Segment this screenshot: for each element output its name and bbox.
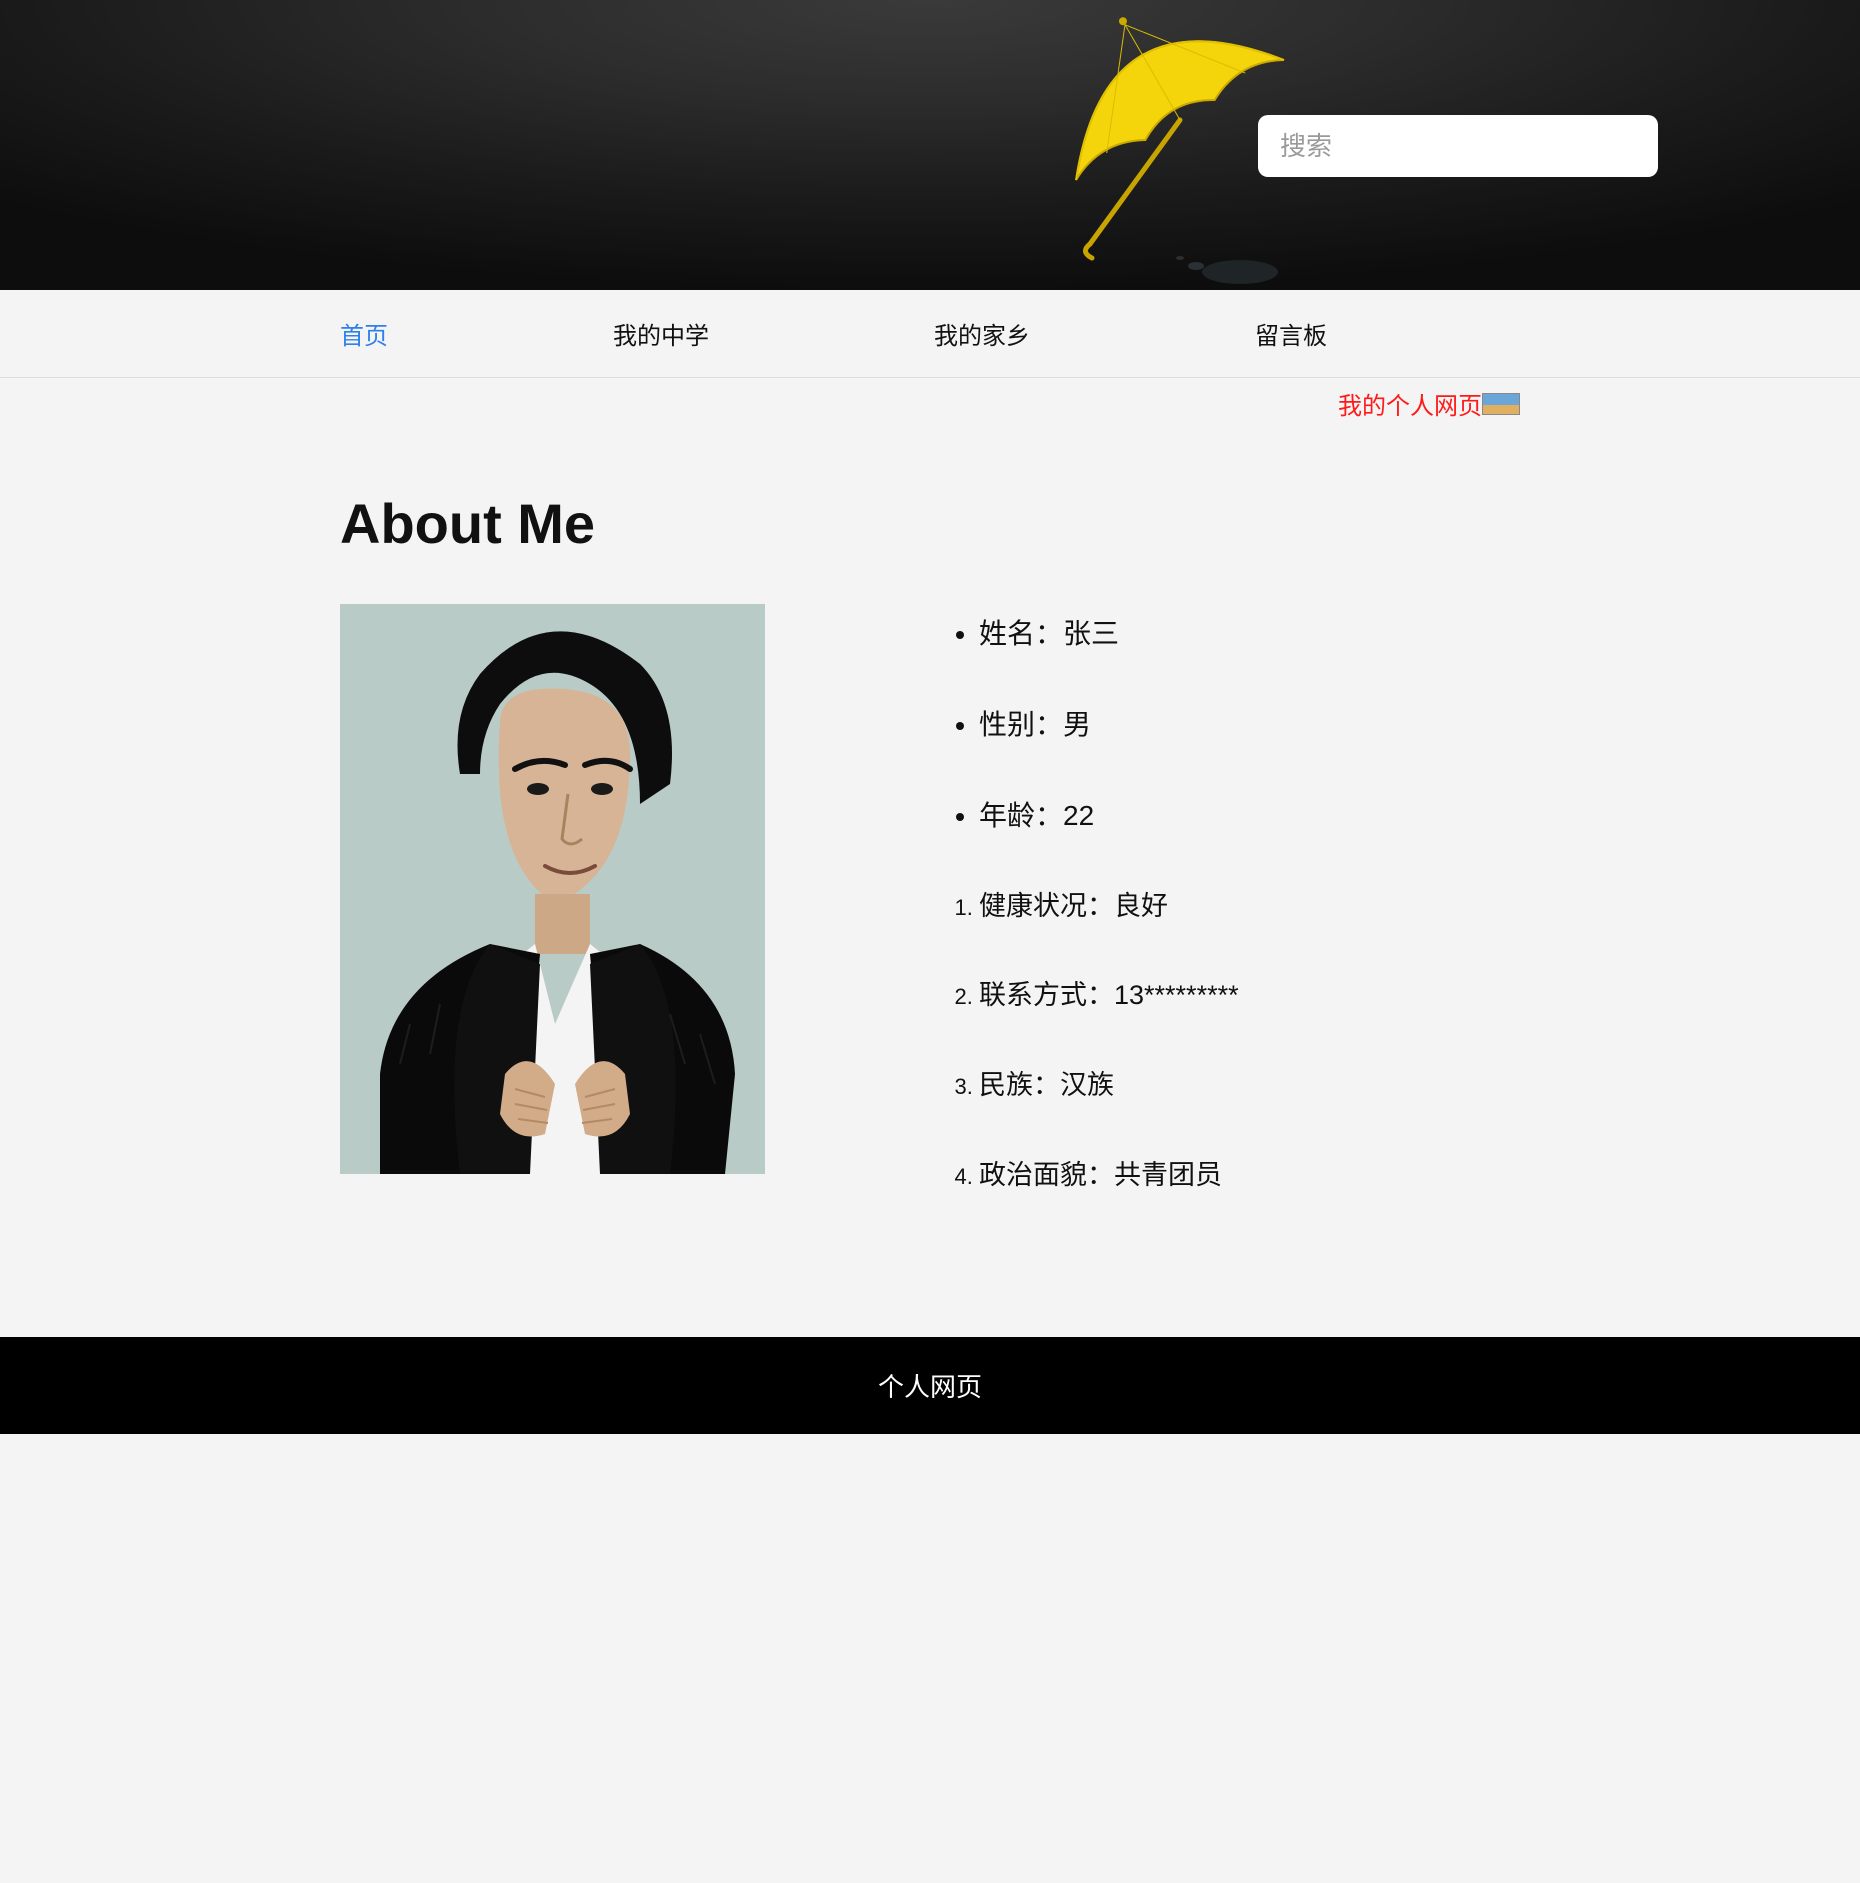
about-politics: 政治面貌：共青团员 (979, 1157, 1239, 1195)
marquee-row: 我的个人网页 (150, 378, 1710, 421)
about-basic-list: 姓名：张三 性别：男 年龄：22 (945, 614, 1239, 836)
about-name: 姓名：张三 (979, 614, 1239, 653)
about-contact: 联系方式：13********* (979, 977, 1239, 1015)
about-health: 健康状况：良好 (979, 888, 1239, 926)
footer: 个人网页 (0, 1337, 1860, 1434)
about-gender: 性别：男 (979, 705, 1239, 744)
profile-photo (340, 604, 765, 1174)
marquee-text: 我的个人网页 (1338, 386, 1482, 421)
main-nav: 首页 我的中学 我的家乡 留言板 (0, 290, 1860, 378)
about-info: 姓名：张三 性别：男 年龄：22 健康状况：良好 联系方式：13********… (945, 604, 1239, 1247)
about-detail-list: 健康状况：良好 联系方式：13********* 民族：汉族 政治面貌：共青团员 (945, 888, 1239, 1195)
marquee-thumb-icon (1482, 393, 1520, 415)
main-content: About Me (150, 421, 1710, 1337)
nav-my-school[interactable]: 我的中学 (613, 290, 709, 377)
about-title: About Me (340, 491, 1520, 556)
nav-guestbook[interactable]: 留言板 (1255, 290, 1327, 377)
footer-text: 个人网页 (878, 1372, 982, 1402)
nav-my-hometown[interactable]: 我的家乡 (934, 290, 1030, 377)
about-ethnicity: 民族：汉族 (979, 1067, 1239, 1105)
header-banner (0, 0, 1860, 290)
search-input[interactable] (1258, 115, 1658, 177)
nav-home[interactable]: 首页 (340, 290, 388, 377)
about-age: 年龄：22 (979, 796, 1239, 835)
